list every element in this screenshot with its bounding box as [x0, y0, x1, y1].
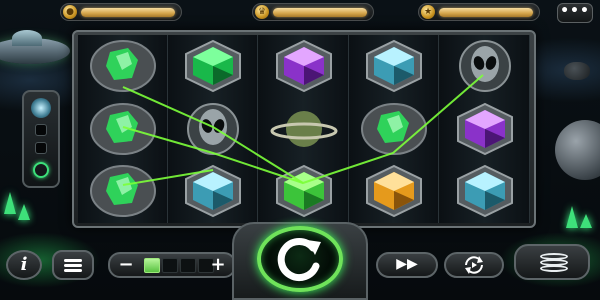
- feature-slot: [35, 124, 47, 136]
- balance-meter: ●: [60, 3, 182, 21]
- top-bar: ● ♛ ★ •••: [0, 0, 600, 26]
- reel-3: [258, 35, 349, 223]
- emblem-icon: [31, 98, 51, 118]
- more-menu-button[interactable]: •••: [557, 3, 593, 23]
- bet-level-segment: [162, 258, 178, 273]
- green-rock-gem-symbol: [78, 160, 168, 222]
- coin-icon: ●: [63, 5, 77, 19]
- cyan-gem-symbol: [168, 160, 258, 222]
- spin-button[interactable]: [257, 226, 343, 292]
- hamburger-line: [64, 264, 82, 267]
- reel-1: [78, 35, 168, 223]
- reel-5: [439, 35, 530, 223]
- green-rock-gem-symbol: [349, 98, 439, 160]
- emerald-gem-symbol: [168, 35, 258, 97]
- win-bar: [439, 8, 533, 17]
- total-bet-coins-button[interactable]: [514, 244, 590, 280]
- reel-2: [168, 35, 259, 223]
- planet-decoration: [555, 120, 600, 180]
- feature-slot: [35, 142, 47, 154]
- bet-level-segment: [180, 258, 196, 273]
- bet-meter: ♛: [252, 3, 374, 21]
- bet-level-segment: [144, 258, 160, 273]
- green-gem-symbol: [259, 160, 349, 222]
- bet-decrease-button[interactable]: −: [114, 255, 138, 275]
- crystal-decoration: [4, 192, 16, 214]
- green-rock-gem-symbol: [78, 98, 168, 160]
- hamburger-line: [64, 259, 82, 262]
- autoplay-button[interactable]: [444, 252, 504, 278]
- spin-arrow-icon: [277, 238, 321, 282]
- green-rock-gem-symbol: [78, 35, 168, 97]
- hamburger-line: [64, 269, 82, 272]
- crystal-decoration: [18, 204, 30, 220]
- alien-head-symbol: [440, 35, 530, 97]
- crown-icon: ♛: [255, 5, 269, 19]
- amber-gem-symbol: [349, 160, 439, 222]
- ringed-planet-symbol: [259, 98, 349, 160]
- win-meter: ★: [418, 3, 540, 21]
- cyan-gem-symbol: [440, 160, 530, 222]
- reel-4: [349, 35, 440, 223]
- hamburger-menu-button[interactable]: [52, 250, 94, 280]
- balance-bar: [81, 8, 175, 17]
- side-feature-panel: [22, 90, 60, 188]
- info-button[interactable]: i: [6, 250, 42, 280]
- purple-gem-symbol: [440, 98, 530, 160]
- bet-level-control: − +: [108, 252, 236, 278]
- crystal-decoration: [566, 206, 578, 228]
- purple-gem-symbol: [259, 35, 349, 97]
- asteroid-decoration: [564, 62, 590, 80]
- star-icon: ★: [421, 5, 435, 19]
- feature-ring-icon: [33, 162, 49, 178]
- ufo-decoration: [0, 30, 70, 64]
- autoplay-icon: [465, 256, 483, 274]
- fast-forward-button[interactable]: ▶▶: [376, 252, 438, 278]
- alien-head-symbol: [168, 98, 258, 160]
- coin-stack-icon: [540, 265, 568, 272]
- reels-grid: [78, 35, 530, 223]
- crystal-decoration: [580, 214, 592, 228]
- bet-bar: [273, 8, 367, 17]
- bet-increase-button[interactable]: +: [206, 255, 230, 275]
- cyan-gem-symbol: [349, 35, 439, 97]
